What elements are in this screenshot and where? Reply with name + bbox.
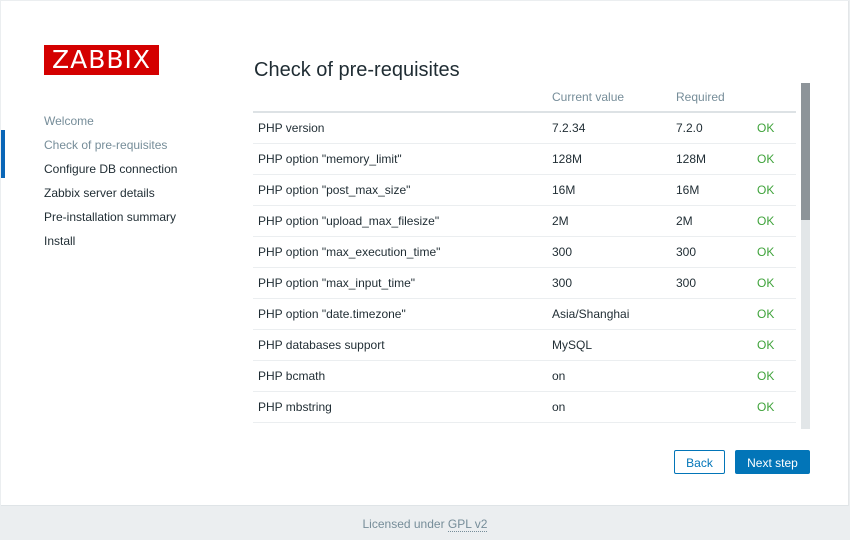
row-status: OK [752, 236, 796, 268]
row-required: 16M [671, 174, 752, 206]
row-required [671, 391, 752, 423]
table-row: PHP option "max_execution_time" 300 300 … [253, 236, 796, 268]
row-name: PHP version [253, 112, 547, 144]
next-step-button[interactable]: Next step [735, 450, 810, 474]
row-name: PHP databases support [253, 329, 547, 361]
row-current: 300 [547, 236, 671, 268]
row-name: PHP option "max_input_time" [253, 267, 547, 299]
row-required [671, 360, 752, 392]
header-current-value: Current value [547, 83, 671, 113]
row-required [671, 298, 752, 330]
row-current: 300 [547, 267, 671, 299]
row-current: 7.2.34 [547, 112, 671, 144]
row-name: PHP option "post_max_size" [253, 174, 547, 206]
setup-steps-nav: Welcome Check of pre-requisites Configur… [1, 109, 231, 253]
row-current: Asia/Shanghai [547, 298, 671, 330]
header-status [752, 83, 796, 113]
table-row: PHP option "memory_limit" 128M 128M OK [253, 143, 796, 175]
table-row: PHP option "post_max_size" 16M 16M OK [253, 174, 796, 206]
row-status: OK [752, 112, 796, 144]
step-preinstall-summary[interactable]: Pre-installation summary [1, 205, 231, 229]
row-name: PHP option "upload_max_filesize" [253, 205, 547, 237]
row-required: 7.2.0 [671, 112, 752, 144]
row-required: 128M [671, 143, 752, 175]
table-header-row: Current value Required [253, 83, 796, 113]
prerequisites-table: Current value Required PHP version 7.2.3… [253, 83, 796, 423]
license-text: Licensed under [362, 517, 445, 531]
header-name [253, 83, 547, 113]
step-check-prerequisites[interactable]: Check of pre-requisites [1, 130, 231, 178]
row-status: OK [752, 174, 796, 206]
gpl-license-link[interactable]: GPL v2 [447, 517, 488, 532]
row-current: 2M [547, 205, 671, 237]
header-required: Required [671, 83, 752, 113]
row-required: 300 [671, 267, 752, 299]
row-name: PHP mbstring [253, 391, 547, 423]
row-current: MySQL [547, 329, 671, 361]
step-install[interactable]: Install [1, 229, 231, 253]
row-name: PHP option "date.timezone" [253, 298, 547, 330]
row-name: PHP option "max_execution_time" [253, 236, 547, 268]
row-name: PHP option "memory_limit" [253, 143, 547, 175]
row-status: OK [752, 143, 796, 175]
row-status: OK [752, 298, 796, 330]
step-welcome[interactable]: Welcome [1, 109, 231, 133]
zabbix-logo: ZABBIX [44, 45, 159, 75]
row-current: on [547, 360, 671, 392]
table-row: PHP option "max_input_time" 300 300 OK [253, 267, 796, 299]
table-row: PHP bcmath on OK [253, 360, 796, 392]
row-status: OK [752, 360, 796, 392]
row-status: OK [752, 391, 796, 423]
row-status: OK [752, 329, 796, 361]
row-current: 128M [547, 143, 671, 175]
row-status: OK [752, 267, 796, 299]
table-scrollbar-thumb[interactable] [801, 83, 810, 220]
page-title: Check of pre-requisites [254, 59, 460, 82]
row-status: OK [752, 205, 796, 237]
step-server-details[interactable]: Zabbix server details [1, 181, 231, 205]
row-name: PHP bcmath [253, 360, 547, 392]
row-required: 300 [671, 236, 752, 268]
table-row: PHP version 7.2.34 7.2.0 OK [253, 112, 796, 144]
row-required: 2M [671, 205, 752, 237]
table-row: PHP option "upload_max_filesize" 2M 2M O… [253, 205, 796, 237]
table-row: PHP databases support MySQL OK [253, 329, 796, 361]
step-configure-db[interactable]: Configure DB connection [1, 157, 231, 181]
footer: Licensed under GPL v2 [0, 517, 850, 532]
row-current: 16M [547, 174, 671, 206]
row-required [671, 329, 752, 361]
row-current: on [547, 391, 671, 423]
back-button[interactable]: Back [674, 450, 725, 474]
table-row: PHP mbstring on OK [253, 391, 796, 423]
table-row: PHP option "date.timezone" Asia/Shanghai… [253, 298, 796, 330]
prerequisites-table-container[interactable]: Current value Required PHP version 7.2.3… [253, 83, 810, 429]
